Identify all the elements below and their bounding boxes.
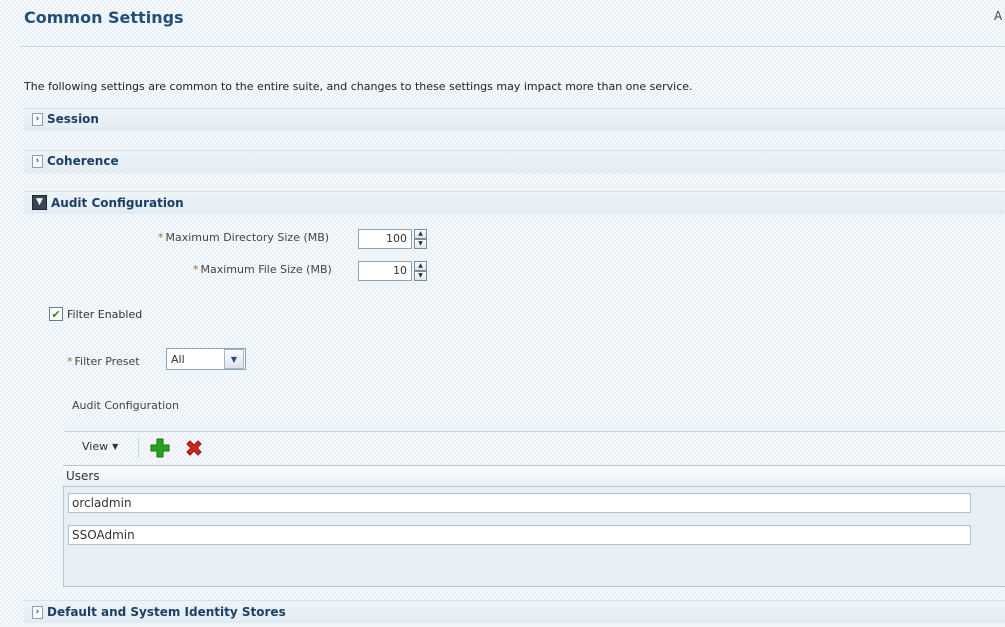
chevron-right-icon[interactable]: › <box>32 154 43 168</box>
filter-preset-select[interactable]: All ▼ <box>166 348 246 370</box>
caret-down-icon: ▼ <box>112 442 119 451</box>
delete-icon[interactable] <box>184 438 204 458</box>
view-menu-label: View <box>82 440 109 453</box>
chevron-down-icon[interactable]: ▼ <box>32 195 47 210</box>
filter-enabled-label: Filter Enabled <box>67 308 143 321</box>
increment-icon[interactable]: ▲ <box>414 261 427 271</box>
decrement-icon[interactable]: ▼ <box>414 271 427 281</box>
chevron-right-icon[interactable]: › <box>32 112 43 126</box>
section-header-audit[interactable]: ▼ Audit Configuration <box>32 195 184 210</box>
column-header-users[interactable]: Users <box>63 466 1005 487</box>
intro-text: The following settings are common to the… <box>24 80 693 93</box>
section-band-session <box>24 108 1005 131</box>
section-header-identity-stores[interactable]: › Default and System Identity Stores <box>32 605 286 619</box>
table-row[interactable]: orcladmin <box>68 493 971 513</box>
increment-icon[interactable]: ▲ <box>414 229 427 239</box>
filter-preset-label: * Filter Preset <box>67 355 140 368</box>
filter-preset-value: All <box>171 352 185 366</box>
required-marker: * <box>67 355 73 368</box>
section-title-coherence: Coherence <box>47 154 119 168</box>
section-title-audit: Audit Configuration <box>51 195 184 210</box>
toolbar-separator <box>138 438 139 458</box>
decrement-icon[interactable]: ▼ <box>414 239 427 249</box>
chevron-down-icon[interactable]: ▼ <box>224 349 244 369</box>
header-action-link[interactable]: A <box>994 9 1002 23</box>
max-file-size-spinner[interactable]: 10 ▲ ▼ <box>358 260 436 282</box>
required-marker: * <box>193 263 199 276</box>
max-directory-size-label: * Maximum Directory Size (MB) <box>158 231 330 244</box>
section-title-session: Session <box>47 112 99 126</box>
section-band-coherence <box>24 150 1005 173</box>
add-icon[interactable] <box>150 438 170 458</box>
title-divider <box>20 46 1005 47</box>
chevron-right-icon[interactable]: › <box>32 605 43 619</box>
max-file-size-label: * Maximum File Size (MB) <box>193 263 332 276</box>
table-row[interactable]: SSOAdmin <box>68 525 971 545</box>
spinner-arrows[interactable]: ▲ ▼ <box>414 229 427 249</box>
page-title: Common Settings <box>24 8 184 27</box>
max-file-size-input[interactable]: 10 <box>358 261 412 281</box>
filter-enabled-checkbox[interactable]: ✔ <box>49 307 63 321</box>
toolbar-divider <box>64 431 1005 432</box>
section-title-identity-stores: Default and System Identity Stores <box>47 605 286 619</box>
section-header-session[interactable]: › Session <box>32 112 99 126</box>
view-menu-button[interactable]: View ▼ <box>82 440 118 453</box>
max-directory-size-spinner[interactable]: 100 ▲ ▼ <box>358 228 436 250</box>
audit-subsection-title: Audit Configuration <box>72 399 179 412</box>
spinner-arrows[interactable]: ▲ ▼ <box>414 261 427 281</box>
section-header-coherence[interactable]: › Coherence <box>32 154 119 168</box>
max-directory-size-input[interactable]: 100 <box>358 229 412 249</box>
required-marker: * <box>158 231 164 244</box>
